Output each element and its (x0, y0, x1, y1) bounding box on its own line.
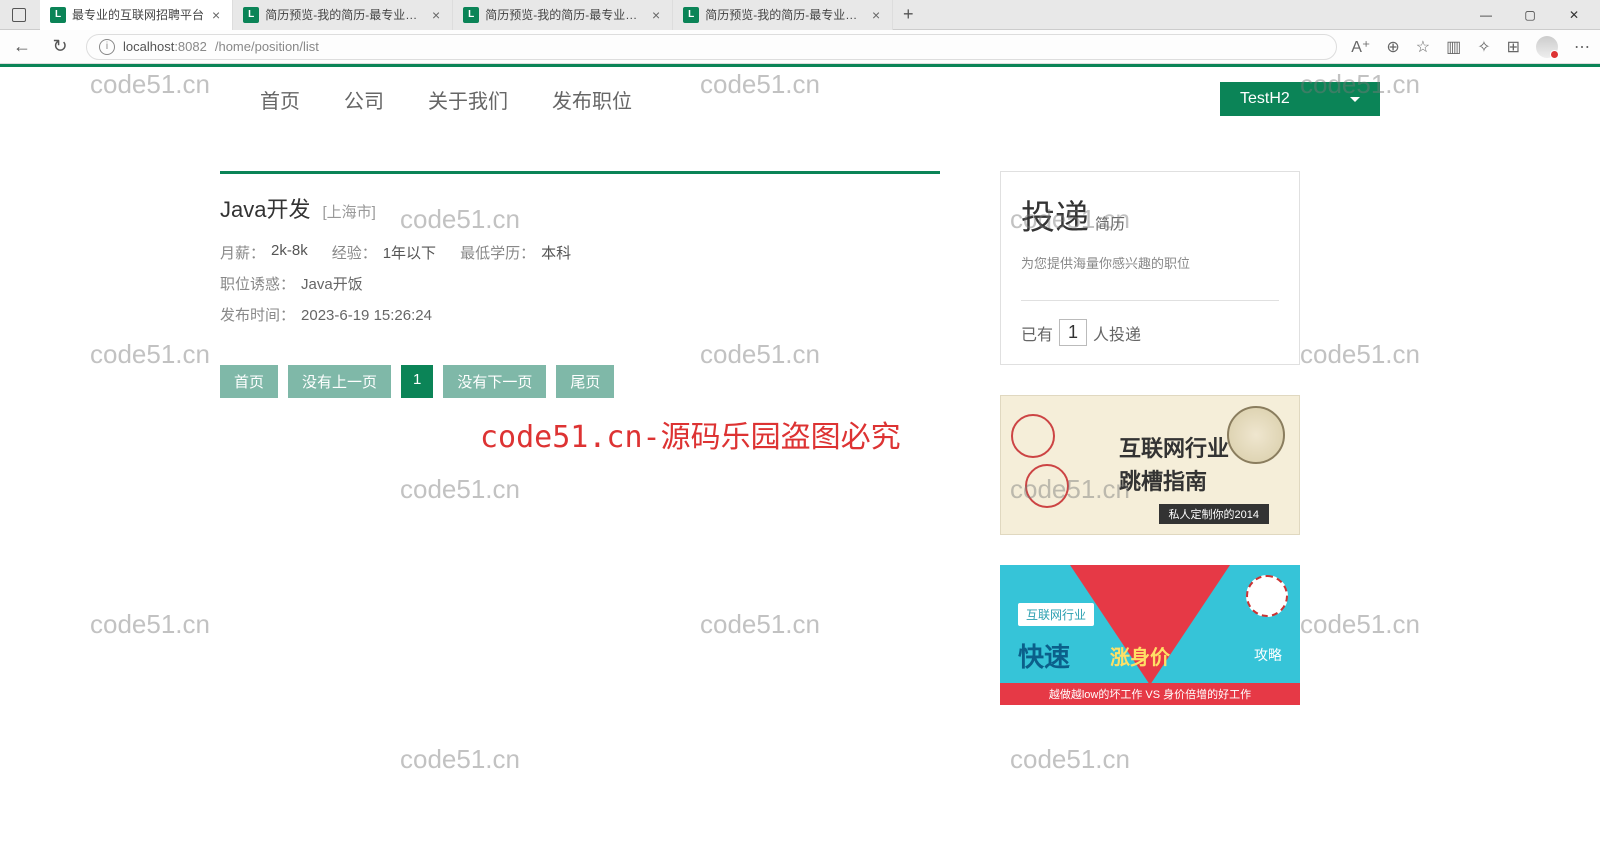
ad2-bar: 越做越low的坏工作 VS 身价倍增的好工作 (1000, 683, 1300, 705)
app-icon[interactable]: ▥ (1446, 37, 1461, 57)
edu-label: 最低学历： (460, 242, 535, 263)
job-title: Java开发 (220, 192, 310, 224)
tab-title: 简历预览-我的简历-最专业的互 (485, 6, 644, 23)
content-wrapper: Java开发 [上海市] 月薪： 2k-8k 经验： 1年以下 最低学历： 本科… (0, 161, 1600, 715)
favicon-icon: L (463, 7, 479, 23)
delivery-panel: 投递 简历 为您提供海量你感兴趣的职位 已有 1 人投递 (1000, 171, 1300, 365)
url-path: /home/position/list (215, 39, 319, 54)
salary-value: 2k-8k (271, 242, 308, 263)
ad2-text1: 快速 (1018, 637, 1070, 674)
ad1-text: 互联网行业 跳槽指南 (1119, 432, 1229, 498)
sidebar-column: 投递 简历 为您提供海量你感兴趣的职位 已有 1 人投递 互联网行业 跳槽指南 … (1000, 171, 1300, 705)
stamp-icon (1011, 414, 1101, 514)
ad-banner-2[interactable]: 互联网行业 快速 涨身价 攻略 越做越low的坏工作 VS 身价倍增的好工作 (1000, 565, 1300, 705)
delivery-count: 1 (1059, 319, 1087, 346)
page-prev-button[interactable]: 没有上一页 (288, 365, 391, 398)
zoom-icon[interactable]: ⊕ (1386, 37, 1399, 57)
compass-icon (1227, 406, 1285, 464)
job-meta-row: 月薪： 2k-8k 经验： 1年以下 最低学历： 本科 (220, 242, 940, 263)
edu-value: 本科 (541, 242, 571, 263)
url-input[interactable]: i localhost:8082/home/position/list (86, 34, 1337, 60)
close-button[interactable]: ✕ (1552, 0, 1596, 30)
refresh-button[interactable]: ↻ (48, 35, 72, 59)
salary-label: 月薪： (220, 242, 265, 263)
ad2-tag: 互联网行业 (1018, 603, 1094, 626)
browser-tabs: L 最专业的互联网招聘平台 × L 简历预览-我的简历-最专业的互 × L 简历… (40, 0, 1464, 30)
panel-title: 投递 简历 (1021, 190, 1279, 239)
chevron-down-icon (1350, 97, 1360, 102)
new-tab-button[interactable]: + (893, 0, 923, 30)
browser-tab-0[interactable]: L 最专业的互联网招聘平台 × (40, 0, 233, 30)
nav-company[interactable]: 公司 (344, 85, 384, 114)
minimize-button[interactable]: — (1464, 0, 1508, 30)
browser-titlebar: L 最专业的互联网招聘平台 × L 简历预览-我的简历-最专业的互 × L 简历… (0, 0, 1600, 30)
site-info-icon[interactable]: i (99, 39, 115, 55)
user-dropdown[interactable]: TestH2 (1220, 82, 1380, 116)
watermark: code51.cn (400, 744, 520, 775)
window-controls: — ▢ ✕ (1464, 0, 1596, 30)
pagination: 首页 没有上一页 1 没有下一页 尾页 (220, 365, 940, 398)
nav-publish[interactable]: 发布职位 (552, 85, 632, 114)
ad2-text2: 涨身价 (1110, 641, 1170, 670)
main-column: Java开发 [上海市] 月薪： 2k-8k 经验： 1年以下 最低学历： 本科… (220, 171, 940, 705)
favicon-icon: L (50, 7, 66, 23)
page-next-button[interactable]: 没有下一页 (443, 365, 546, 398)
collections-icon[interactable]: ✧ (1477, 37, 1490, 57)
maximize-button[interactable]: ▢ (1508, 0, 1552, 30)
tab-close-icon[interactable]: × (430, 7, 442, 23)
extensions-icon[interactable]: ⊞ (1507, 37, 1520, 57)
favicon-icon: L (683, 7, 699, 23)
ad1-bar: 私人定制你的2014 (1159, 504, 1269, 524)
tab-overview-button[interactable] (4, 1, 34, 29)
ad2-text3: 攻略 (1254, 645, 1282, 665)
address-bar: ← ↻ i localhost:8082/home/position/list … (0, 30, 1600, 64)
panel-sub: 为您提供海量你感兴趣的职位 (1021, 253, 1279, 272)
profile-avatar[interactable] (1536, 36, 1558, 58)
tab-close-icon[interactable]: × (870, 7, 882, 23)
tab-close-icon[interactable]: × (650, 7, 662, 23)
user-name: TestH2 (1240, 90, 1290, 108)
exp-value: 1年以下 (383, 242, 436, 263)
site-header: 首页 公司 关于我们 发布职位 TestH2 (0, 67, 1600, 131)
browser-tab-2[interactable]: L 简历预览-我的简历-最专业的互 × (453, 0, 673, 30)
page-number-1[interactable]: 1 (401, 365, 433, 398)
job-card: Java开发 [上海市] 月薪： 2k-8k 经验： 1年以下 最低学历： 本科… (220, 171, 940, 325)
toolbar-right-icons: A⁺ ⊕ ☆ ▥ ✧ ⊞ ⋯ (1351, 36, 1590, 58)
page-first-button[interactable]: 首页 (220, 365, 278, 398)
tab-title: 最专业的互联网招聘平台 (72, 6, 204, 23)
tab-title: 简历预览-我的简历-最专业的互 (705, 6, 864, 23)
exp-label: 经验： (332, 242, 377, 263)
favicon-icon: L (243, 7, 259, 23)
watermark: code51.cn (1010, 744, 1130, 775)
job-publish-time: 发布时间：2023-6-19 15:26:24 (220, 304, 940, 325)
back-button[interactable]: ← (10, 35, 34, 59)
favorites-icon[interactable]: ☆ (1416, 37, 1430, 57)
job-location: [上海市] (322, 201, 375, 222)
read-aloud-icon[interactable]: A⁺ (1351, 37, 1370, 57)
panel-count: 已有 1 人投递 (1021, 300, 1279, 346)
page-last-button[interactable]: 尾页 (556, 365, 614, 398)
main-nav: 首页 公司 关于我们 发布职位 (260, 85, 632, 114)
tab-title: 简历预览-我的简历-最专业的互 (265, 6, 424, 23)
page-root: 首页 公司 关于我们 发布职位 TestH2 Java开发 [上海市] 月薪： … (0, 64, 1600, 715)
more-icon[interactable]: ⋯ (1574, 37, 1590, 57)
badge-icon (1246, 575, 1288, 617)
nav-home[interactable]: 首页 (260, 85, 300, 114)
ad-banner-1[interactable]: 互联网行业 跳槽指南 私人定制你的2014 (1000, 395, 1300, 535)
job-perks: 职位诱惑：Java开饭 (220, 273, 940, 294)
url-host: localhost:8082 (123, 39, 207, 54)
tab-close-icon[interactable]: × (210, 7, 222, 23)
browser-tab-3[interactable]: L 简历预览-我的简历-最专业的互 × (673, 0, 893, 30)
nav-about[interactable]: 关于我们 (428, 85, 508, 114)
browser-tab-1[interactable]: L 简历预览-我的简历-最专业的互 × (233, 0, 453, 30)
